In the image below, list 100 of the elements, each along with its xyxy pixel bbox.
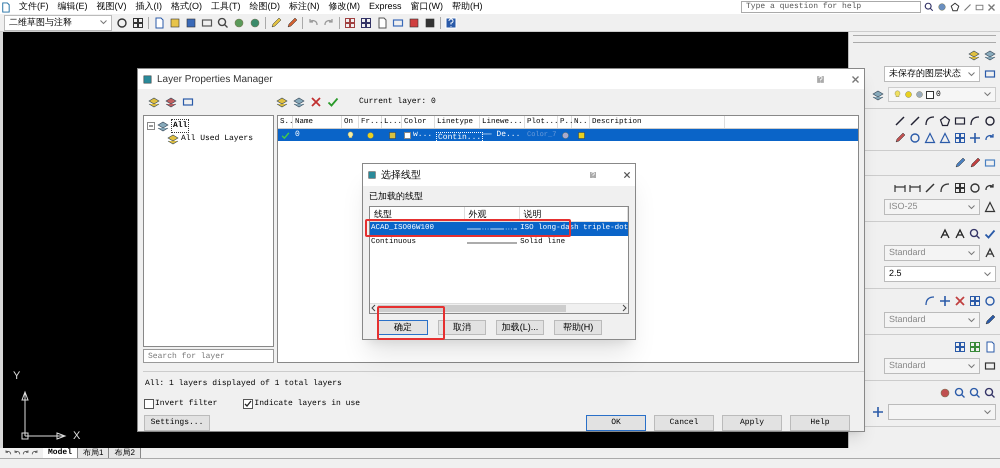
radius-dimension-icon[interactable] xyxy=(969,182,981,194)
search-field[interactable]: Search for layer xyxy=(143,349,274,363)
delete-icon[interactable] xyxy=(310,96,322,108)
pencil-icon[interactable] xyxy=(270,16,282,28)
menu-item[interactable]: Express xyxy=(369,0,402,14)
text-cursor-icon[interactable] xyxy=(954,228,966,240)
ordinate-dimension-icon[interactable] xyxy=(954,182,966,194)
column-header[interactable]: 说明 xyxy=(520,206,628,220)
line-icon[interactable] xyxy=(894,115,906,127)
checkbox[interactable] xyxy=(243,399,254,409)
save-icon[interactable] xyxy=(185,16,197,28)
properties-icon[interactable] xyxy=(344,16,356,28)
help-icon[interactable] xyxy=(445,16,457,28)
close-icon[interactable] xyxy=(851,74,860,84)
column-header[interactable]: 线型 xyxy=(370,206,465,220)
layout-tab[interactable]: Model xyxy=(43,448,78,458)
settings-button[interactable]: Settings... xyxy=(144,415,210,431)
layers-icon[interactable] xyxy=(157,120,169,132)
design-center-icon[interactable] xyxy=(360,16,372,28)
dialog-button[interactable]: Help xyxy=(790,415,850,431)
layout-tab[interactable]: 布局2 xyxy=(109,448,141,458)
text-height-dropdown[interactable]: 2.5 xyxy=(884,266,996,282)
sheet-icon[interactable] xyxy=(392,16,404,28)
pan-icon[interactable] xyxy=(939,387,951,399)
menu-item[interactable]: 修改(M) xyxy=(328,0,360,14)
menu-item[interactable]: 格式(O) xyxy=(171,0,202,14)
multileader-style-icon[interactable] xyxy=(984,314,996,326)
close-icon[interactable] xyxy=(623,171,631,179)
app-icon[interactable] xyxy=(142,74,153,84)
layer-dropdown[interactable]: 0 xyxy=(888,87,996,102)
menu-item[interactable]: 窗口(W) xyxy=(410,0,444,14)
calculator-icon[interactable] xyxy=(424,16,436,28)
help-search-field[interactable]: Type a question for help xyxy=(741,1,921,13)
dialog-button[interactable]: 确定 xyxy=(378,320,428,334)
arc-icon[interactable] xyxy=(969,115,981,127)
workspace-dropdown[interactable]: 二维草图与注释 xyxy=(4,14,112,30)
table-style-icon[interactable] xyxy=(984,360,996,372)
linear-dimension-icon[interactable] xyxy=(894,182,906,194)
mirror-icon[interactable] xyxy=(924,132,936,144)
menu-item[interactable]: 标注(N) xyxy=(289,0,320,14)
offset-icon[interactable] xyxy=(939,132,951,144)
state-manager-icon[interactable] xyxy=(182,96,194,108)
align-leader-icon[interactable] xyxy=(969,295,981,307)
bulb-icon[interactable] xyxy=(346,130,355,140)
polygon-icon[interactable] xyxy=(939,115,951,127)
spell-check-icon[interactable] xyxy=(984,228,996,240)
dialog-button[interactable]: 加载(L)... xyxy=(496,320,544,334)
menu-item[interactable]: 绘图(D) xyxy=(250,0,280,14)
preview-icon[interactable] xyxy=(217,16,229,28)
layers-icon[interactable] xyxy=(984,49,996,61)
publish-icon[interactable] xyxy=(249,16,261,28)
new-vp-layer-icon[interactable] xyxy=(293,96,305,108)
globe-icon[interactable] xyxy=(233,16,245,28)
column-header[interactable]: 外观 xyxy=(464,206,520,220)
collect-leader-icon[interactable] xyxy=(984,295,996,307)
target-icon[interactable] xyxy=(872,406,884,418)
new-layer-icon[interactable] xyxy=(276,96,288,108)
polyline-icon[interactable] xyxy=(924,115,936,127)
folder-icon[interactable] xyxy=(169,16,181,28)
dimension-style-icon[interactable] xyxy=(984,201,996,213)
layer-state-dropdown[interactable]: 未保存的图层状态 xyxy=(884,66,980,82)
scroll-left-icon[interactable] xyxy=(370,304,378,312)
menu-item[interactable]: 文件(F) xyxy=(19,0,48,14)
brush-icon[interactable] xyxy=(286,16,298,28)
table-export-icon[interactable] xyxy=(984,341,996,353)
add-leader-icon[interactable] xyxy=(939,295,951,307)
new-freeze-icon[interactable] xyxy=(576,130,586,140)
dialog-button[interactable]: Cancel xyxy=(654,415,714,431)
block-edit-icon[interactable] xyxy=(969,157,981,169)
dialog-button[interactable]: 取消 xyxy=(438,320,486,334)
menu-item[interactable]: 帮助(H) xyxy=(452,0,483,14)
menu-item[interactable]: 插入(I) xyxy=(136,0,162,14)
set-current-icon[interactable] xyxy=(327,96,339,108)
new-filter-icon[interactable] xyxy=(148,96,160,108)
search-icon[interactable] xyxy=(924,2,934,12)
dialog-button[interactable]: 帮助(H) xyxy=(554,320,602,334)
restore-icon[interactable] xyxy=(975,2,984,12)
group-filter-icon[interactable] xyxy=(165,96,177,108)
zoom-window-icon[interactable] xyxy=(984,387,996,399)
aligned-dimension-icon[interactable] xyxy=(909,182,921,194)
color-swatch[interactable] xyxy=(404,132,411,138)
arc-dimension-icon[interactable] xyxy=(939,182,951,194)
find-icon[interactable] xyxy=(969,228,981,240)
menu-item[interactable]: 工具(T) xyxy=(211,0,240,14)
array-icon[interactable] xyxy=(954,132,966,144)
menu-item[interactable]: 视图(V) xyxy=(96,0,126,14)
checkbox[interactable] xyxy=(144,399,154,409)
sun-icon[interactable] xyxy=(904,90,913,99)
rectangle-icon[interactable] xyxy=(954,115,966,127)
multileader-icon[interactable] xyxy=(924,295,936,307)
dialog-button[interactable]: OK xyxy=(586,415,646,431)
move-icon[interactable] xyxy=(969,132,981,144)
scroll-right-icon[interactable] xyxy=(620,304,628,312)
filter-icon[interactable] xyxy=(167,133,179,145)
markup-icon[interactable] xyxy=(408,16,420,28)
layout-tab[interactable]: 布局1 xyxy=(78,448,110,458)
layer-window-icon[interactable] xyxy=(984,68,996,80)
remove-leader-icon[interactable] xyxy=(954,295,966,307)
sun-icon[interactable] xyxy=(366,130,375,140)
printer-icon[interactable] xyxy=(201,16,213,28)
